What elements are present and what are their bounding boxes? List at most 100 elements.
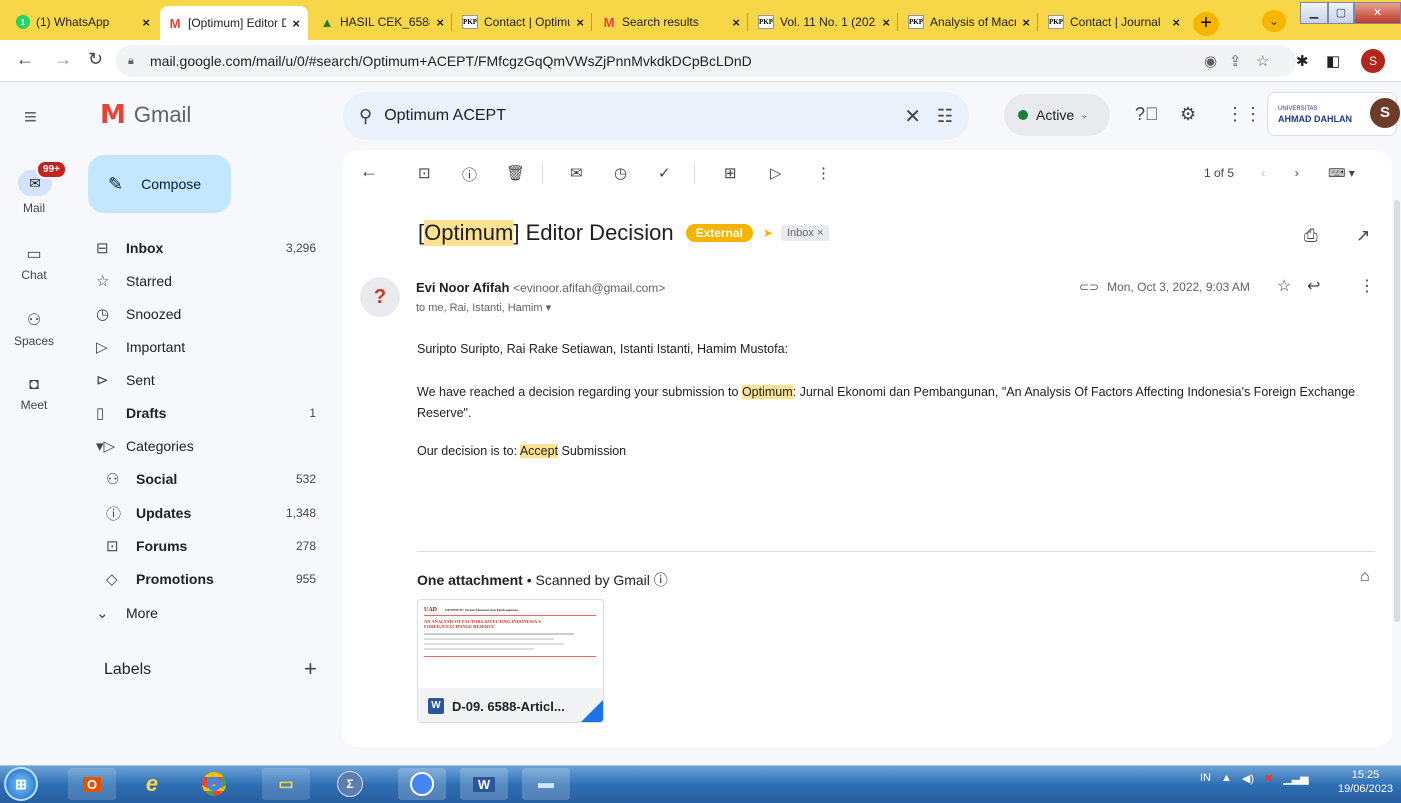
- tab-hasil-cek[interactable]: ▲ HASIL CEK_6588 ×: [312, 7, 452, 37]
- nav-social[interactable]: ⚇ Social 532: [106, 463, 328, 495]
- close-tab-icon[interactable]: ×: [142, 15, 150, 30]
- network-warning-icon[interactable]: ✖: [1264, 772, 1273, 785]
- open-new-window-icon[interactable]: ↗: [1356, 226, 1370, 246]
- taskbar-clock[interactable]: 15:25 19/06/2023: [1338, 768, 1393, 796]
- move-to-icon[interactable]: ⊞: [724, 164, 737, 182]
- more-options-icon[interactable]: ⋮: [1359, 276, 1375, 296]
- chrome-taskbar-icon[interactable]: [190, 768, 238, 800]
- main-menu-icon[interactable]: ≡: [24, 104, 37, 130]
- help-icon[interactable]: ?⃝: [1135, 104, 1159, 125]
- search-input[interactable]: Optimum ACEPT: [384, 107, 506, 125]
- tab-optimum-editor-decision[interactable]: M [Optimum] Editor Decision ×: [160, 6, 308, 40]
- label-icon[interactable]: ▷: [770, 164, 782, 182]
- nav-starred[interactable]: ☆ Starred: [96, 265, 328, 297]
- rail-item-mail[interactable]: Mail: [0, 201, 68, 215]
- back-icon[interactable]: ←: [16, 49, 34, 70]
- clear-search-icon[interactable]: ✕: [904, 104, 921, 129]
- word-taskbar-icon[interactable]: W: [460, 768, 508, 800]
- tab-analysis-of-macro[interactable]: PKP Analysis of Macro ×: [900, 7, 1038, 37]
- newer-icon[interactable]: ›: [1295, 166, 1299, 180]
- language-indicator[interactable]: IN: [1200, 772, 1211, 785]
- new-tab-button[interactable]: +: [1193, 12, 1219, 36]
- close-tab-icon[interactable]: ×: [732, 15, 740, 30]
- back-to-results-icon[interactable]: ←: [360, 161, 378, 182]
- signal-icon[interactable]: ▁▃▅: [1283, 772, 1308, 785]
- mark-unread-icon[interactable]: ✉: [570, 164, 583, 182]
- more-options-icon[interactable]: ⋮: [816, 164, 831, 182]
- url-input[interactable]: 🔒︎ mail.google.com/mail/u/0/#search/Opti…: [116, 45, 1296, 77]
- mail-search-bar[interactable]: ⚲ Optimum ACEPT ✕ ☷: [343, 92, 969, 140]
- maximize-button[interactable]: ▢: [1328, 2, 1354, 24]
- delete-icon[interactable]: 🗑︎: [506, 164, 525, 182]
- nav-promotions[interactable]: ◇ Promotions 955: [106, 563, 328, 595]
- close-tab-icon[interactable]: ×: [436, 15, 444, 30]
- sender-name[interactable]: Evi Noor Afifah: [416, 280, 509, 295]
- nav-inbox[interactable]: ⊟ Inbox 3,296: [96, 232, 328, 264]
- side-panel-icon[interactable]: ◧: [1326, 52, 1340, 70]
- recipients-toggle[interactable]: to me, Rai, Istanti, Hamim ▾: [416, 301, 551, 314]
- attachment-card[interactable]: UAD OPTIMUM: Jurnal Ekonomi dan Pembangu…: [417, 599, 604, 723]
- search-options-icon[interactable]: ☷: [937, 106, 953, 127]
- nav-drafts[interactable]: ▯ Drafts 1: [96, 397, 328, 429]
- tab-search-results[interactable]: M Search results ×: [594, 7, 748, 37]
- close-tab-icon[interactable]: ×: [576, 15, 584, 30]
- scrollbar-thumb[interactable]: [1394, 200, 1400, 622]
- nav-categories[interactable]: ▾▷ Categories: [96, 430, 328, 462]
- importance-marker-icon[interactable]: ➤: [763, 226, 773, 240]
- nav-forums[interactable]: ⊡ Forums 278: [106, 530, 328, 562]
- rail-item-spaces[interactable]: ⚇ Spaces: [0, 310, 68, 348]
- chrome-profile-taskbar-icon[interactable]: [398, 768, 446, 800]
- close-tab-icon[interactable]: ×: [1022, 15, 1030, 30]
- report-spam-icon[interactable]: ⓘ: [462, 164, 477, 185]
- status-selector[interactable]: Active ⌄: [1004, 94, 1110, 136]
- nav-updates[interactable]: ⓘ Updates 1,348: [106, 497, 328, 529]
- outlook-taskbar-icon[interactable]: O: [68, 768, 116, 800]
- ie-taskbar-icon[interactable]: e: [128, 768, 176, 800]
- star-icon[interactable]: ☆: [1277, 276, 1291, 296]
- reload-icon[interactable]: ↻: [88, 49, 103, 70]
- tab-vol-11[interactable]: PKP Vol. 11 No. 1 (2022) ×: [750, 7, 898, 37]
- share-icon[interactable]: ⇪: [1229, 52, 1242, 70]
- archive-icon[interactable]: ⊡: [418, 164, 431, 182]
- file-explorer-taskbar-icon[interactable]: ▭: [262, 768, 310, 800]
- volume-icon[interactable]: ◀): [1242, 772, 1254, 785]
- close-tab-icon[interactable]: ×: [1172, 15, 1180, 30]
- tab-contact-journal[interactable]: PKP Contact | Journal ×: [1040, 7, 1188, 37]
- add-to-drive-icon[interactable]: ⌂: [1360, 568, 1370, 586]
- input-tools-icon[interactable]: ⌨ ▾: [1328, 166, 1355, 180]
- start-button-icon[interactable]: ⊞: [4, 767, 38, 801]
- search-icon[interactable]: ⚲: [359, 106, 372, 127]
- extensions-icon[interactable]: ✱: [1296, 52, 1309, 70]
- math-input-taskbar-icon[interactable]: Σ: [326, 768, 374, 800]
- inbox-label-chip[interactable]: Inbox ×: [780, 225, 830, 241]
- nav-more[interactable]: ⌄ More: [96, 597, 328, 629]
- tab-whatsapp[interactable]: 1 (1) WhatsApp ×: [8, 7, 158, 37]
- rail-item-chat[interactable]: ▭ Chat: [0, 244, 68, 282]
- forward-icon[interactable]: →: [54, 49, 72, 70]
- browser-profile-avatar[interactable]: S: [1361, 49, 1385, 73]
- tab-contact-optimum[interactable]: PKP Contact | Optimum ×: [454, 7, 592, 37]
- reply-icon[interactable]: ↩: [1307, 276, 1320, 296]
- close-window-button[interactable]: ✕: [1354, 2, 1401, 24]
- settings-gear-icon[interactable]: ⚙: [1180, 104, 1196, 125]
- nav-sent[interactable]: ⊳ Sent: [96, 364, 328, 396]
- compose-button[interactable]: ✎ Compose: [88, 155, 231, 213]
- minimize-button[interactable]: ▁: [1300, 2, 1328, 24]
- older-icon[interactable]: ‹: [1261, 166, 1265, 180]
- eye-icon[interactable]: ◉: [1204, 52, 1217, 70]
- desktop-taskbar-icon[interactable]: ▬: [522, 768, 570, 800]
- rail-item-meet[interactable]: ◘ Meet: [0, 376, 68, 412]
- bookmark-star-icon[interactable]: ☆: [1256, 52, 1269, 70]
- print-icon[interactable]: ⎙: [1304, 226, 1318, 246]
- nav-snoozed[interactable]: ◷ Snoozed: [96, 298, 328, 330]
- nav-important[interactable]: ▷ Important: [96, 331, 328, 363]
- sender-avatar[interactable]: ?: [360, 277, 400, 317]
- gmail-logo[interactable]: M Gmail: [100, 100, 191, 130]
- tab-search-icon[interactable]: ⌄: [1262, 10, 1286, 32]
- add-label-icon[interactable]: +: [304, 656, 317, 682]
- add-task-icon[interactable]: ✓: [658, 164, 671, 182]
- tray-expand-icon[interactable]: ▲: [1221, 772, 1232, 785]
- close-tab-icon[interactable]: ×: [292, 16, 300, 31]
- close-tab-icon[interactable]: ×: [882, 15, 890, 30]
- account-avatar[interactable]: S: [1370, 98, 1400, 128]
